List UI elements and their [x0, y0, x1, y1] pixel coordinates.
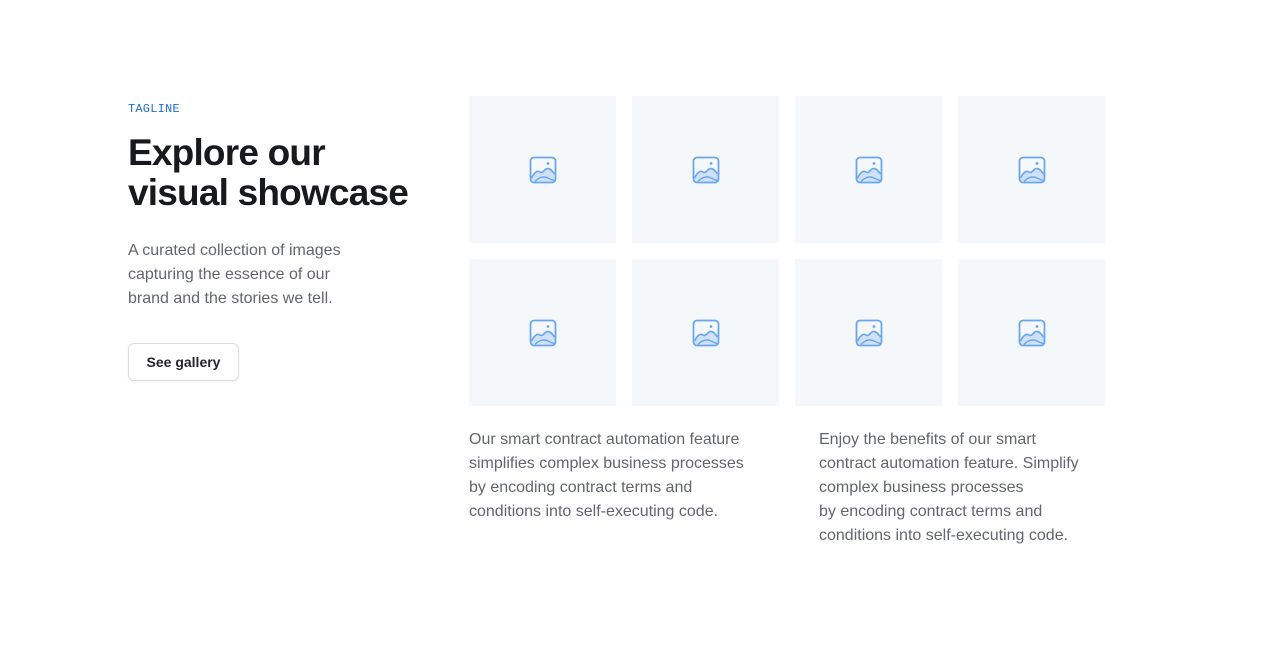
image-placeholder-icon — [855, 319, 883, 347]
feature-description-line: conditions into self-executing code. — [819, 527, 1069, 544]
feature-description-line: contract automation feature. Simplify — [819, 455, 1079, 472]
image-placeholder-icon — [1018, 319, 1046, 347]
image-placeholder-icon — [692, 156, 720, 184]
feature-description-line: simplifies complex business processes — [469, 455, 744, 472]
hero-description: A curated collection of images capturing… — [128, 239, 378, 311]
image-placeholder-icon — [529, 156, 557, 184]
image-placeholder-icon — [529, 319, 557, 347]
gallery-image-tile[interactable] — [632, 259, 779, 406]
feature-description-line: complex business processes — [819, 479, 1024, 496]
gallery-image-tile[interactable] — [469, 96, 616, 243]
gallery-image-tile[interactable] — [795, 96, 942, 243]
see-gallery-button[interactable]: See gallery — [128, 343, 239, 381]
image-placeholder-icon — [692, 319, 720, 347]
feature-description-line: conditions into self-executing code. — [469, 503, 719, 520]
image-gallery-grid — [469, 96, 1105, 406]
hero-section: TAGLINE Explore our visual showcase A cu… — [128, 96, 428, 381]
image-placeholder-icon — [855, 156, 883, 184]
gallery-image-tile[interactable] — [469, 259, 616, 406]
image-placeholder-icon — [1018, 156, 1046, 184]
hero-description-line: A curated collection of images — [128, 242, 341, 259]
hero-description-line: brand and the stories we tell. — [128, 290, 333, 307]
gallery-image-tile[interactable] — [958, 96, 1105, 243]
page-title-line: Explore our — [128, 132, 326, 173]
feature-description-line: by encoding contract terms and — [819, 503, 1043, 520]
feature-description: Our smart contract automation feature si… — [469, 428, 744, 524]
gallery-image-tile[interactable] — [632, 96, 779, 243]
tagline: TAGLINE — [128, 102, 180, 116]
gallery-image-tile[interactable] — [795, 259, 942, 406]
gallery-image-tile[interactable] — [958, 259, 1105, 406]
page-title-line: visual showcase — [128, 172, 409, 213]
hero-description-line: capturing the essence of our — [128, 266, 330, 283]
feature-description-line: Enjoy the benefits of our smart — [819, 431, 1036, 448]
feature-description-line: Our smart contract automation feature — [469, 431, 740, 448]
feature-description: Enjoy the benefits of our smart contract… — [819, 428, 1079, 548]
page-title: Explore our visual showcase — [128, 133, 428, 213]
feature-description-line: by encoding contract terms and — [469, 479, 693, 496]
